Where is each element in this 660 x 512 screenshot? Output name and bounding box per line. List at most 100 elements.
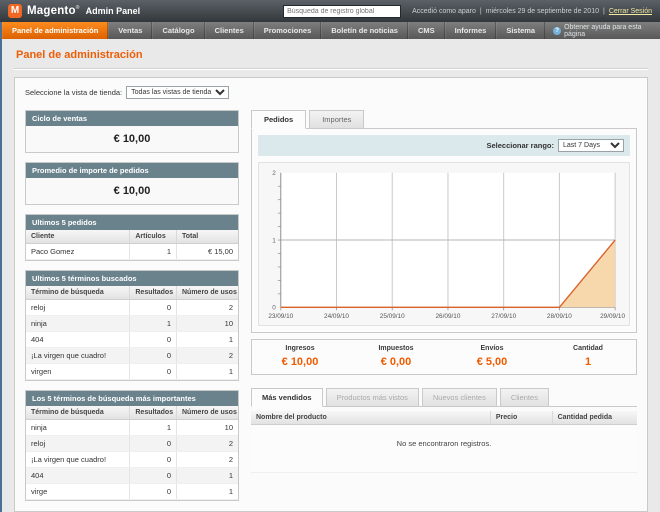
global-search-input[interactable]: [283, 5, 401, 18]
column-header: Cantidad pedida: [552, 411, 637, 425]
nav-item-boletin-de-noticias[interactable]: Boletín de noticias: [321, 22, 408, 39]
nav-item-ventas[interactable]: Ventas: [108, 22, 152, 39]
total-value: 1: [585, 356, 591, 368]
box-title: Ciclo de ventas: [26, 111, 238, 126]
box-average-orders: Promedio de importe de pedidos € 10,00: [25, 162, 239, 205]
total-value: € 0,00: [381, 356, 412, 368]
total-label: Impuestos: [348, 345, 444, 352]
total-value: € 5,00: [477, 356, 508, 368]
column-header: Artículos: [130, 230, 177, 244]
box-title: Los 5 términos de búsqueda más important…: [26, 391, 238, 406]
box-lifetime-sales: Ciclo de ventas € 10,00: [25, 110, 239, 153]
column-header: Resultados: [130, 286, 177, 300]
total-label: Envíos: [444, 345, 540, 352]
page-body: Panel de administraciónVentasCatálogoCli…: [0, 22, 660, 512]
range-bar: Seleccionar rango: Last 7 Days: [258, 135, 630, 156]
header-meta: Accedió como aparo | miércoles 29 de sep…: [412, 8, 652, 15]
box-title: Ultimos 5 pedidos: [26, 215, 238, 230]
header-bar: M Magento® Admin Panel Accedió como apar…: [0, 0, 660, 22]
svg-text:25/09/10: 25/09/10: [380, 313, 405, 320]
column-header: Término de búsqueda: [26, 406, 130, 420]
lifetime-sales-value: € 10,00: [26, 126, 238, 152]
table-row[interactable]: ¡La virgen que cuadro!02: [26, 452, 238, 468]
svg-text:26/09/10: 26/09/10: [435, 313, 460, 320]
header-date: miércoles 29 de septiembre de 2010: [486, 8, 599, 15]
box-title: Ultimos 5 términos buscados: [26, 271, 238, 286]
table-row[interactable]: ninja110: [26, 316, 238, 332]
meta-separator: |: [603, 8, 605, 15]
brand-subtitle: Admin Panel: [86, 6, 141, 16]
column-header: Número de usos: [177, 286, 239, 300]
column-header: Cliente: [26, 230, 130, 244]
nav-item-cms[interactable]: CMS: [408, 22, 445, 39]
svg-text:24/09/10: 24/09/10: [324, 313, 349, 320]
nav-item-promociones[interactable]: Promociones: [254, 22, 322, 39]
brand-trademark: ®: [76, 5, 80, 11]
table-row[interactable]: virge01: [26, 484, 238, 500]
box-last-search-terms: Ultimos 5 términos buscados Término de b…: [25, 270, 239, 381]
tab-pedidos[interactable]: Pedidos: [251, 110, 306, 129]
table-row[interactable]: ¡La virgen que cuadro!02: [26, 348, 238, 364]
chart-column: PedidosImportes Seleccionar rango: Last …: [251, 110, 637, 473]
table-row[interactable]: reloj02: [26, 300, 238, 316]
nav-item-clientes[interactable]: Clientes: [205, 22, 254, 39]
total-impuestos: Impuestos € 0,00: [348, 345, 444, 370]
help-icon: ?: [553, 27, 561, 35]
nav-item-panel-de-administracion[interactable]: Panel de administración: [2, 22, 108, 39]
column-header: Número de usos: [177, 406, 239, 420]
store-view-select[interactable]: Todas las vistas de tienda: [126, 86, 229, 99]
table-row[interactable]: ninja110: [26, 420, 238, 436]
total-value: € 10,00: [282, 356, 319, 368]
box-last-orders: Ultimos 5 pedidos ClienteArtículosTotalP…: [25, 214, 239, 261]
column-header: Precio: [490, 411, 552, 425]
orders-chart: 01223/09/1024/09/1025/09/1026/09/1027/09…: [261, 165, 627, 323]
box-top-search-terms: Los 5 términos de búsqueda más important…: [25, 390, 239, 501]
products-grid: Nombre del productoPrecioCantidad pedida…: [251, 411, 637, 473]
nav-item-sistema[interactable]: Sistema: [496, 22, 545, 39]
help-link[interactable]: ? Obtener ayuda para esta página: [545, 22, 660, 39]
table-row[interactable]: 40401: [26, 332, 238, 348]
grid-tabs: Más vendidosProductos más vistosNuevos c…: [251, 388, 637, 407]
range-select[interactable]: Last 7 Days: [558, 139, 624, 152]
column-header: Nombre del producto: [251, 411, 490, 425]
logout-link[interactable]: Cerrar Sesión: [609, 8, 652, 15]
column-header: Total: [177, 230, 239, 244]
table-row[interactable]: Paco Gomez1€ 15,00: [26, 244, 238, 260]
empty-message: No se encontraron registros.: [251, 425, 637, 473]
grid-tab-productos-mas-vistos[interactable]: Productos más vistos: [326, 388, 419, 406]
page-title: Panel de administración: [14, 49, 648, 69]
last-search-terms-table: Término de búsquedaResultadosNúmero de u…: [26, 286, 238, 380]
logged-in-text: Accedió como aparo: [412, 8, 476, 15]
svg-text:28/09/10: 28/09/10: [547, 313, 572, 320]
table-row[interactable]: 40401: [26, 468, 238, 484]
stats-column: Ciclo de ventas € 10,00 Promedio de impo…: [25, 110, 239, 501]
column-header: Resultados: [130, 406, 177, 420]
help-label: Obtener ayuda para esta página: [564, 24, 652, 38]
table-row[interactable]: reloj02: [26, 436, 238, 452]
chart-tabs: PedidosImportes: [251, 110, 637, 128]
table-row[interactable]: virgen01: [26, 364, 238, 380]
nav-item-catalogo[interactable]: Catálogo: [152, 22, 204, 39]
average-orders-value: € 10,00: [26, 178, 238, 204]
brand-name: Magento: [27, 5, 76, 17]
totals-bar: Ingresos € 10,00 Impuestos € 0,00 Envíos € 5,…: [251, 339, 637, 375]
nav-item-informes[interactable]: Informes: [445, 22, 497, 39]
store-view-label: Seleccione la vista de tienda:: [25, 88, 122, 97]
total-ingresos: Ingresos € 10,00: [252, 345, 348, 370]
meta-separator: |: [480, 8, 482, 15]
column-header: Término de búsqueda: [26, 286, 130, 300]
svg-text:23/09/10: 23/09/10: [268, 313, 293, 320]
magento-logo-icon: M: [8, 4, 22, 18]
svg-text:0: 0: [272, 305, 276, 312]
grid-tab-clientes[interactable]: Clientes: [500, 388, 549, 406]
range-label: Seleccionar rango:: [486, 141, 554, 150]
total-label: Ingresos: [252, 345, 348, 352]
box-title: Promedio de importe de pedidos: [26, 163, 238, 178]
dashboard-panel: Seleccione la vista de tienda: Todas las…: [14, 77, 648, 512]
svg-text:1: 1: [272, 237, 276, 244]
grid-tab-nuevos-clientes[interactable]: Nuevos clientes: [422, 388, 497, 406]
last-orders-table: ClienteArtículosTotalPaco Gomez1€ 15,00: [26, 230, 238, 260]
svg-text:2: 2: [272, 170, 276, 177]
tab-importes[interactable]: Importes: [309, 110, 364, 129]
grid-tab-mas-vendidos[interactable]: Más vendidos: [251, 388, 323, 407]
